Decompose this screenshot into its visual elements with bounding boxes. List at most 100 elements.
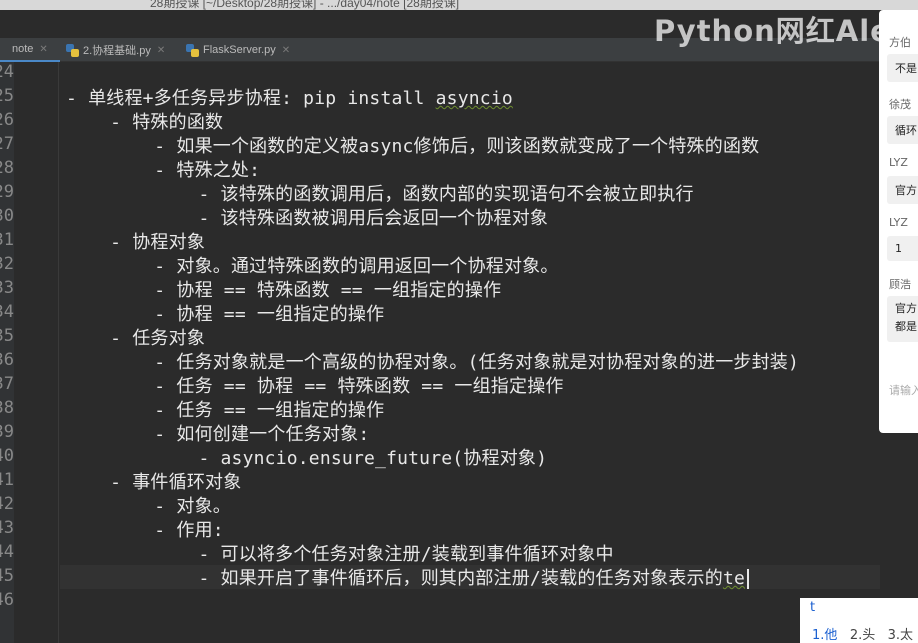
chat-message: 1 <box>887 236 918 261</box>
chat-message: 不是 <box>887 54 918 82</box>
tab-flask-server[interactable]: FlaskServer.py ✕ <box>186 38 290 62</box>
line-number: 33 <box>0 278 14 298</box>
code-text: - 任务对象就是一个高级的协程对象。(任务对象就是对协程对象的进一步封装) <box>66 352 800 373</box>
chat-message-line: 都是 <box>895 320 917 333</box>
chat-sender: 徐茂 <box>889 98 911 111</box>
chat-message-line: 官方 <box>895 302 917 315</box>
code-line: - 单线程+多任务异步协程: pip install asyncio <box>66 84 513 110</box>
chat-sender: 方伯 <box>889 36 911 49</box>
code-text: - 该特殊函数被调用后会返回一个协程对象 <box>66 208 549 229</box>
tab-label: 2.协程基础.py <box>83 45 151 57</box>
line-number: 39 <box>0 422 14 442</box>
line-number: 41 <box>0 470 14 490</box>
watermark: Python网红Ale <box>654 14 891 48</box>
code-line: - 该特殊的函数调用后，函数内部的实现语句不会被立即执行 <box>66 180 694 206</box>
text-caret <box>747 569 750 589</box>
line-number: 29 <box>0 182 14 202</box>
code-text: - 协程 == 一组指定的操作 <box>66 304 385 325</box>
line-number: 44 <box>0 542 14 562</box>
code-line: - 特殊的函数 <box>66 108 223 134</box>
chat-input[interactable]: 请输入 <box>889 382 918 398</box>
code-line: - 特殊之处: <box>66 156 260 182</box>
code-text: - 对象。通过特殊函数的调用返回一个协程对象。 <box>66 256 559 277</box>
tab-note[interactable]: note ✕ <box>0 38 60 62</box>
ime-candidate-window: t 1.他 2.头 3.太 <box>800 598 918 643</box>
line-number: 32 <box>0 254 14 274</box>
chat-sender: LYZ <box>889 156 908 169</box>
line-number: 28 <box>0 158 14 178</box>
code-line: - 协程 == 一组指定的操作 <box>66 300 384 326</box>
ime-candidates: 1.他 2.头 3.太 <box>812 624 913 643</box>
code-text: - 特殊的函数 <box>66 112 224 133</box>
ime-candidate[interactable]: 2.头 <box>850 628 875 643</box>
line-number: 45 <box>0 566 14 586</box>
line-number: 31 <box>0 230 14 250</box>
chat-message: 循环 <box>887 116 918 144</box>
line-number: 26 <box>0 110 14 130</box>
code-text: - 协程对象 <box>66 232 206 253</box>
python-file-icon <box>186 43 199 57</box>
code-line: - 协程 == 特殊函数 == 一组指定的操作 <box>66 276 501 302</box>
tab-coroutine-basics[interactable]: 2.协程基础.py ✕ <box>66 38 165 62</box>
code-text: - 事件循环对象 <box>66 472 242 493</box>
code-line: - 如果一个函数的定义被async修饰后，则该函数就变成了一个特殊的函数 <box>66 132 759 158</box>
code-text: - 作用: <box>66 520 224 541</box>
line-number: 43 <box>0 518 14 538</box>
line-number: 35 <box>0 326 14 346</box>
code-text-spellcheck: te <box>722 568 746 589</box>
code-line: - 对象。通过特殊函数的调用返回一个协程对象。 <box>66 252 559 278</box>
code-text: - 如果一个函数的定义被async修饰后，则该函数就变成了一个特殊的函数 <box>66 136 760 157</box>
code-line: - 任务对象就是一个高级的协程对象。(任务对象就是对协程对象的进一步封装) <box>66 348 799 374</box>
chat-message: 官方 都是 <box>887 296 918 342</box>
code-text: - 可以将多个任务对象注册/装载到事件循环对象中 <box>66 544 614 565</box>
code-text: - 对象。 <box>66 496 231 517</box>
code-line: - 对象。 <box>66 492 231 518</box>
chat-message: 官方 <box>887 176 918 204</box>
code-line: - 可以将多个任务对象注册/装载到事件循环对象中 <box>66 540 614 566</box>
code-line: - 如何创建一个任务对象: <box>66 420 369 446</box>
code-line: - 协程对象 <box>66 228 205 254</box>
code-text: - 如果开启了事件循环后，则其内部注册/装载的任务对象表示的 <box>66 568 723 589</box>
ime-pinyin: t <box>810 600 816 615</box>
code-text: - 协程 == 特殊函数 == 一组指定的操作 <box>66 280 502 301</box>
line-number: 38 <box>0 398 14 418</box>
line-number: 46 <box>0 590 14 610</box>
line-number: 37 <box>0 374 14 394</box>
code-text: - 该特殊的函数调用后，函数内部的实现语句不会被立即执行 <box>66 184 694 205</box>
line-number: 42 <box>0 494 14 514</box>
code-text: - 任务 == 一组指定的操作 <box>66 400 385 421</box>
python-file-icon <box>66 43 79 57</box>
close-icon[interactable]: ✕ <box>39 44 47 55</box>
tab-label: note <box>12 43 34 55</box>
code-line: - 任务 == 一组指定的操作 <box>66 396 384 422</box>
close-icon[interactable]: ✕ <box>157 45 165 56</box>
code-text-spellcheck: asyncio <box>435 88 513 109</box>
code-line: - 任务对象 <box>66 324 205 350</box>
line-number: 34 <box>0 302 14 322</box>
code-text: - 任务 == 协程 == 特殊函数 == 一组指定操作 <box>66 376 564 397</box>
indent-guide <box>58 62 59 643</box>
ime-candidate[interactable]: 3.太 <box>888 628 913 643</box>
line-number: 36 <box>0 350 14 370</box>
tab-label: FlaskServer.py <box>203 44 276 56</box>
code-text: - 单线程+多任务异步协程: pip install <box>66 88 436 109</box>
code-line: - 如果开启了事件循环后，则其内部注册/装载的任务对象表示的te <box>66 564 750 590</box>
code-line: - 该特殊函数被调用后会返回一个协程对象 <box>66 204 548 230</box>
line-number: 40 <box>0 446 14 466</box>
ime-candidate[interactable]: 1.他 <box>812 628 837 643</box>
line-number: 24 <box>0 62 14 82</box>
line-number: 30 <box>0 206 14 226</box>
code-line: - 任务 == 协程 == 特殊函数 == 一组指定操作 <box>66 372 564 398</box>
chat-sender: 顾浩 <box>889 278 911 291</box>
code-line: - 作用: <box>66 516 224 542</box>
code-text: - 任务对象 <box>66 328 206 349</box>
code-text: - 如何创建一个任务对象: <box>66 424 370 445</box>
code-text: - 特殊之处: <box>66 160 261 181</box>
code-line: - 事件循环对象 <box>66 468 241 494</box>
line-number: 25 <box>0 86 14 106</box>
chat-panel: 方伯 不是 徐茂 循环 LYZ 官方 LYZ 1 顾浩 官方 都是 请输入 <box>879 10 918 433</box>
code-line: - asyncio.ensure_future(协程对象) <box>66 444 547 470</box>
code-text: - asyncio.ensure_future(协程对象) <box>66 448 548 469</box>
chat-sender: LYZ <box>889 216 908 229</box>
close-icon[interactable]: ✕ <box>282 45 290 56</box>
